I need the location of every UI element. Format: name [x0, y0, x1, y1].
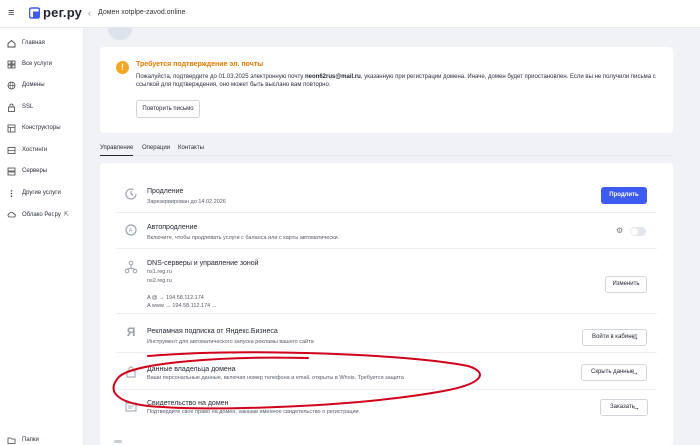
scroll-hint	[114, 440, 122, 443]
network-icon	[124, 260, 138, 274]
renewal-title: Продление	[147, 188, 184, 195]
lock-icon	[8, 103, 15, 112]
clock-icon	[125, 188, 137, 200]
resend-email-button[interactable]: Повторить письмо	[136, 100, 200, 118]
sidebar-item-label: Все услуги	[22, 61, 52, 67]
autorenew-title: Автопродление	[147, 224, 198, 231]
sidebar-item-servers[interactable]: Серверы	[0, 164, 84, 180]
alert-title: Требуется подтверждение эл. почты	[136, 61, 264, 68]
renew-button[interactable]: Продлить	[601, 187, 647, 204]
sidebar-item-label: Папки	[22, 437, 39, 443]
services-panel: Продление Зарезервирован до 14.02.2026 П…	[100, 163, 673, 445]
tab-management[interactable]: Управление	[100, 145, 134, 156]
top-bar: ≡ рег.ру ‹ Домен xotplpe-zavod.online	[0, 0, 700, 28]
renewal-subtitle: Зарезервирован до 14.02.2026	[147, 199, 226, 205]
tab-operations[interactable]: Операции	[142, 145, 170, 151]
owner-title: Данные владельца домена	[147, 366, 236, 373]
sidebar-item-other[interactable]: Другие услуги	[0, 186, 84, 202]
domain-illustration	[108, 28, 132, 40]
menu-icon[interactable]: ≡	[8, 8, 19, 19]
dns-record-a: A @ → 194.58.112.174	[147, 295, 204, 301]
autorenew-row: A Автопродление Включите, чтобы продлева…	[116, 214, 657, 249]
sidebar-item-label: Домены	[22, 82, 45, 88]
certificate-row: Свидетельство на домен Подтвердите свое …	[116, 391, 657, 423]
external-link-icon: ⇱	[63, 212, 69, 218]
layout-icon	[7, 124, 16, 133]
logo-icon[interactable]	[29, 7, 40, 19]
dns-ns1: ns1.reg.ru	[147, 269, 172, 275]
certificate-title: Свидетельство на домен	[147, 400, 229, 407]
autorenew-toggle[interactable]	[630, 227, 646, 236]
autorenew-icon: A	[125, 224, 137, 236]
yandex-row: Я Рекламная подписка от Яндекс.Бизнеса И…	[116, 315, 657, 353]
globe-icon	[7, 81, 16, 90]
cloud-icon	[7, 211, 16, 218]
sidebar-item-constructors[interactable]: Конструкторы	[0, 121, 84, 137]
warning-icon: !	[116, 61, 129, 74]
sidebar-item-all-services[interactable]: Все услуги	[0, 57, 84, 73]
tab-contacts[interactable]: Контакты	[178, 145, 204, 151]
autorenew-subtitle: Включите, чтобы продлевать услуги с бала…	[147, 235, 340, 241]
sidebar: Главная Все услуги Домены SSL Конструкто…	[0, 28, 84, 445]
yandex-icon: Я	[126, 325, 136, 339]
sidebar-item-folders[interactable]: Папки	[0, 433, 84, 445]
breadcrumb: Домен xotplpe-zavod.online	[98, 9, 186, 16]
dns-ns2: ns2.reg.ru	[147, 278, 172, 284]
sidebar-item-cloud[interactable]: Облако Рег.ру ⇱	[0, 207, 84, 223]
folder-icon	[7, 437, 16, 444]
more-icon	[10, 190, 13, 197]
grid-icon	[7, 60, 16, 69]
certificate-icon	[125, 402, 137, 412]
yandex-subtitle: Инструмент для автоматического запуска р…	[147, 339, 314, 345]
hide-data-button[interactable]: Скрыть данные →	[581, 364, 647, 381]
yandex-cabinet-button[interactable]: Войти в кабинет →	[582, 329, 647, 346]
sidebar-item-label: Серверы	[22, 168, 48, 174]
sidebar-item-label: Главная	[22, 40, 45, 46]
sidebar-item-label: Облако Рег.ру ⇱	[22, 212, 69, 218]
arrow-right-icon: →	[632, 403, 640, 412]
change-dns-button[interactable]: Изменить	[605, 276, 647, 293]
arrow-right-icon: →	[631, 333, 639, 342]
sidebar-item-label: Хостинги	[22, 147, 48, 153]
sidebar-item-label: Конструкторы	[22, 125, 61, 131]
home-icon	[7, 39, 16, 48]
renewal-row: Продление Зарезервирован до 14.02.2026 П…	[116, 177, 657, 213]
owner-data-row: Данные владельца домена Ваши персональны…	[116, 354, 657, 390]
lock-icon	[126, 366, 136, 378]
certificate-subtitle: Подтвердите свое право на домен, заказав…	[147, 409, 359, 415]
sidebar-item-home[interactable]: Главная	[0, 36, 84, 52]
sidebar-item-hosting[interactable]: Хостинги	[0, 143, 84, 159]
alert-text: Пожалуйста, подтвердите до 01.03.2025 эл…	[136, 74, 656, 88]
svg-text:A: A	[129, 228, 133, 234]
dns-record-www: A www → 194.58.112.174 ...	[147, 303, 217, 309]
hosting-icon	[7, 147, 16, 154]
sidebar-item-label: SSL	[22, 104, 34, 110]
logo-text[interactable]: рег.ру	[43, 5, 82, 20]
alert-email: neon62rus@mail.ru	[304, 74, 361, 80]
dns-row: DNS-серверы и управление зоной ns1.reg.r…	[116, 250, 657, 314]
sidebar-item-domains[interactable]: Домены	[0, 78, 84, 94]
server-icon	[7, 167, 16, 176]
arrow-right-icon: →	[631, 368, 639, 377]
sidebar-item-ssl[interactable]: SSL	[0, 100, 84, 116]
dns-title: DNS-серверы и управление зоной	[147, 260, 259, 267]
order-certificate-button[interactable]: Заказать →	[600, 399, 648, 416]
yandex-title: Рекламная подписка от Яндекс.Бизнеса	[147, 328, 278, 335]
sidebar-item-label: Другие услуги	[22, 190, 61, 196]
owner-subtitle: Ваши персональные данные, включая номер …	[147, 375, 404, 381]
domain-tabs: Управление Операции Контакты	[100, 142, 673, 156]
gear-icon[interactable]: ⚙	[616, 226, 623, 235]
chevron-left-icon[interactable]: ‹	[88, 8, 91, 18]
email-confirmation-alert: ! Требуется подтверждение эл. почты Пожа…	[100, 47, 673, 133]
